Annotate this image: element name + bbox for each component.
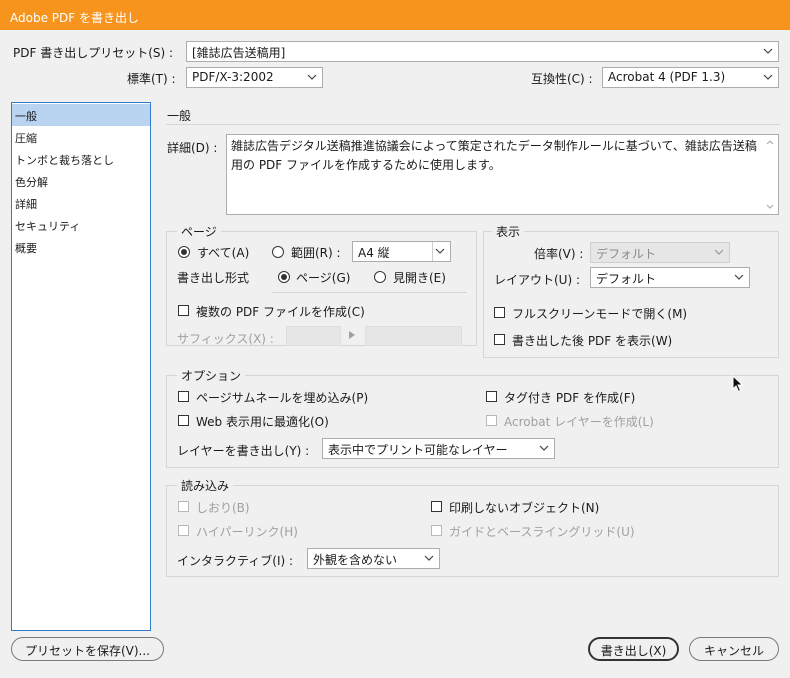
panel-divider	[166, 124, 780, 125]
tagged-pdf-label[interactable]: タグ付き PDF を作成(F)	[504, 389, 635, 406]
category-list[interactable]: 一般 圧縮 トンボと裁ち落とし 色分解 詳細 セキュリティ 概要	[11, 102, 151, 631]
window-titlebar: Adobe PDF を書き出し	[0, 0, 790, 30]
description-textarea[interactable]: 雑誌広告デジタル送稿推進協議会によって策定されたデータ制作ルールに基づいて、雑誌…	[226, 134, 779, 215]
fullscreen-label[interactable]: フルスクリーンモードで開く(M)	[512, 305, 687, 322]
chevron-down-icon	[538, 442, 550, 454]
chevron-down-icon	[423, 552, 435, 564]
multi-pdf-label[interactable]: 複数の PDF ファイルを作成(C)	[196, 303, 365, 320]
range-dropdown[interactable]: A4 縦	[352, 241, 451, 262]
export-spreads-label[interactable]: 見開き(E)	[393, 269, 446, 286]
interactive-label: インタラクティブ(I) :	[177, 554, 294, 568]
acrobat-layers-checkbox[interactable]	[486, 415, 497, 426]
fullscreen-checkbox[interactable]	[494, 307, 505, 318]
interactive-value: 外観を含めない	[313, 553, 398, 567]
suffix-label: サフィックス(X) :	[177, 332, 274, 346]
mouse-cursor-icon	[732, 374, 744, 396]
export-layers-value: 表示中でプリント可能なレイヤー	[328, 443, 508, 457]
sidebar-item-marks-bleeds[interactable]: トンボと裁ち落とし	[12, 148, 150, 170]
zoom-label: 倍率(V) :	[534, 247, 584, 261]
zoom-dropdown[interactable]: デフォルト	[590, 242, 730, 263]
chevron-down-icon	[306, 71, 318, 83]
chevron-down-icon	[762, 45, 774, 57]
save-preset-button[interactable]: プリセットを保存(V)...	[11, 637, 164, 661]
standard-label: 標準(T) :	[127, 72, 176, 86]
range-value: A4 縦	[358, 246, 390, 260]
export-spreads-radio[interactable]	[374, 271, 386, 283]
sidebar-item-general[interactable]: 一般	[12, 104, 150, 126]
description-text: 雑誌広告デジタル送稿推進協議会によって策定されたデータ制作ルールに基づいて、雑誌…	[231, 139, 757, 172]
window-title: Adobe PDF を書き出し	[10, 11, 139, 25]
pages-group-title: ページ	[177, 223, 221, 240]
pages-range-label[interactable]: 範囲(R) :	[291, 244, 341, 261]
export-layers-label: レイヤーを書き出し(Y) :	[177, 444, 310, 458]
sidebar-item-security[interactable]: セキュリティ	[12, 214, 150, 236]
hyperlinks-checkbox[interactable]	[178, 525, 189, 536]
compat-label: 互換性(C) :	[531, 72, 593, 86]
scroll-arrows-icon	[766, 140, 774, 209]
suffix-field[interactable]	[286, 326, 341, 346]
view-after-label[interactable]: 書き出した後 PDF を表示(W)	[512, 332, 672, 349]
cancel-button[interactable]: キャンセル	[689, 637, 779, 661]
pages-all-label[interactable]: すべて(A)	[197, 244, 249, 261]
pages-range-radio[interactable]	[272, 246, 284, 258]
thumbnails-checkbox[interactable]	[178, 391, 189, 402]
preset-value: [雑誌広告送稿用]	[192, 46, 286, 60]
multi-pdf-checkbox[interactable]	[178, 305, 189, 316]
web-optimize-checkbox[interactable]	[178, 415, 189, 426]
interactive-dropdown[interactable]: 外観を含めない	[307, 548, 440, 569]
description-scrollbar[interactable]	[762, 135, 778, 214]
nonprinting-label[interactable]: 印刷しないオブジェクト(N)	[449, 499, 599, 516]
standard-value: PDF/X-3:2002	[192, 70, 274, 84]
thumbnails-label[interactable]: ページサムネールを埋め込み(P)	[196, 389, 368, 406]
chevron-down-icon	[733, 271, 745, 283]
suffix-arrow-icon[interactable]	[349, 328, 355, 342]
guides-label[interactable]: ガイドとベースライングリッド(U)	[449, 523, 635, 540]
sidebar-item-summary[interactable]: 概要	[12, 236, 150, 258]
layout-value: デフォルト	[596, 272, 657, 286]
nonprinting-checkbox[interactable]	[431, 501, 442, 512]
range-divider	[432, 242, 433, 261]
description-label: 詳細(D) :	[167, 141, 218, 155]
preset-dropdown[interactable]: [雑誌広告送稿用]	[186, 41, 779, 62]
panel-title: 一般	[167, 109, 192, 123]
sidebar-item-advanced[interactable]: 詳細	[12, 192, 150, 214]
guides-checkbox[interactable]	[431, 525, 442, 536]
export-as-label: 書き出し形式	[177, 271, 250, 285]
pages-all-radio[interactable]	[178, 246, 190, 258]
hyperlinks-label[interactable]: ハイパーリンク(H)	[196, 523, 298, 540]
view-after-checkbox[interactable]	[494, 334, 505, 345]
tagged-pdf-checkbox[interactable]	[486, 391, 497, 402]
view-group-title: 表示	[492, 223, 525, 240]
layout-dropdown[interactable]: デフォルト	[590, 267, 750, 288]
preset-label: PDF 書き出しプリセット(S) :	[13, 46, 174, 60]
export-pages-radio[interactable]	[278, 271, 290, 283]
compat-dropdown[interactable]: Acrobat 4 (PDF 1.3)	[602, 67, 779, 88]
compat-value: Acrobat 4 (PDF 1.3)	[608, 70, 726, 84]
pages-divider	[272, 292, 467, 293]
bookmarks-checkbox[interactable]	[178, 501, 189, 512]
standard-dropdown[interactable]: PDF/X-3:2002	[186, 67, 323, 88]
sidebar-item-output[interactable]: 色分解	[12, 170, 150, 192]
sidebar-item-compression[interactable]: 圧縮	[12, 126, 150, 148]
include-group-title: 読み込み	[177, 477, 234, 494]
chevron-down-icon	[434, 245, 446, 257]
web-optimize-label[interactable]: Web 表示用に最適化(O)	[196, 413, 329, 430]
export-button[interactable]: 書き出し(X)	[588, 637, 679, 661]
layout-label: レイアウト(U) :	[494, 273, 581, 287]
zoom-value: デフォルト	[596, 247, 657, 261]
chevron-down-icon	[762, 71, 774, 83]
suffix-preview-field	[365, 326, 462, 346]
options-group-title: オプション	[177, 367, 246, 384]
acrobat-layers-label[interactable]: Acrobat レイヤーを作成(L)	[504, 413, 654, 430]
export-pages-label[interactable]: ページ(G)	[296, 269, 350, 286]
bookmarks-label[interactable]: しおり(B)	[196, 499, 250, 516]
chevron-down-icon	[713, 246, 725, 258]
export-layers-dropdown[interactable]: 表示中でプリント可能なレイヤー	[322, 438, 555, 459]
